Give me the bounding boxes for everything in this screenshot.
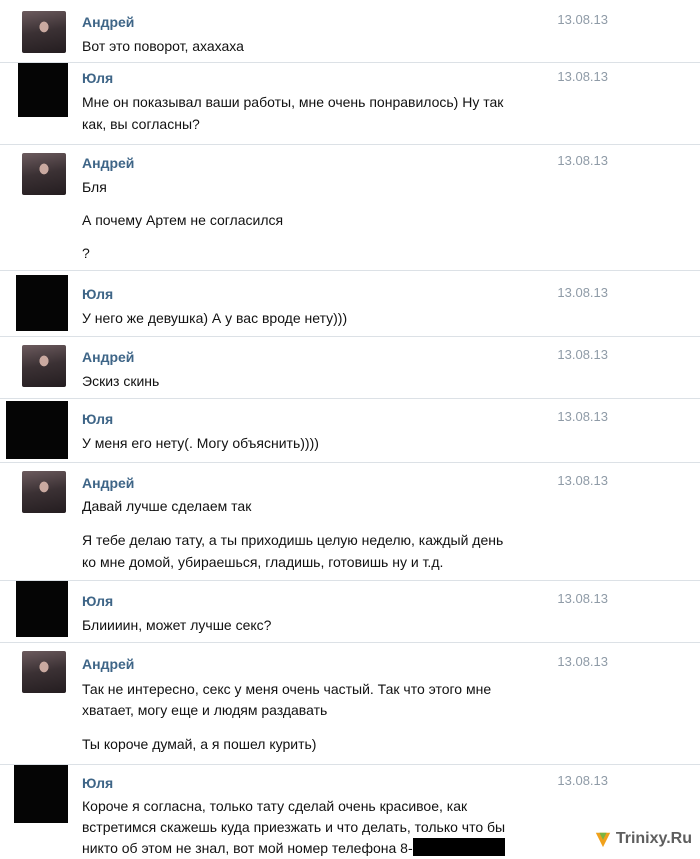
message-text: хватает, могу еще и людям раздавать: [82, 702, 328, 718]
redaction-block: [412, 838, 505, 856]
trinixy-logo-icon: [595, 832, 611, 848]
message-date[interactable]: 13.08.13: [557, 591, 608, 606]
message: Андрей 13.08.13 Бля А почему Артем не со…: [0, 144, 700, 271]
avatar-andrey[interactable]: [22, 471, 66, 513]
message-text: Так не интересно, секс у меня очень част…: [82, 681, 492, 697]
author-name[interactable]: Юля: [82, 593, 113, 609]
message-text: А почему Артем не согласился: [82, 212, 284, 228]
message-text: Давай лучше сделаем так: [82, 498, 252, 514]
message: Юля 13.08.13 У меня его нету(. Могу объя…: [0, 398, 700, 463]
message-text: У него же девушка) А у вас вроде нету))): [82, 310, 348, 326]
message: Юля 13.08.13 Мне он показывал ваши работ…: [0, 62, 700, 145]
message-text: встретимся скажешь куда приезжать и что …: [82, 819, 506, 835]
message-text: Эскиз скинь: [82, 373, 160, 389]
author-name[interactable]: Андрей: [82, 155, 134, 171]
message-date[interactable]: 13.08.13: [557, 12, 608, 27]
message-text: Блиииин, может лучше секс?: [82, 617, 272, 633]
avatar-yulia[interactable]: [16, 275, 68, 331]
message-date[interactable]: 13.08.13: [557, 69, 608, 84]
message-text: Бля: [82, 179, 107, 195]
message-date[interactable]: 13.08.13: [557, 409, 608, 424]
message-date[interactable]: 13.08.13: [557, 473, 608, 488]
avatar-andrey[interactable]: [22, 345, 66, 387]
message: Андрей 13.08.13 Эскиз скинь: [0, 336, 700, 399]
author-name[interactable]: Юля: [82, 286, 113, 302]
message-date[interactable]: 13.08.13: [557, 654, 608, 669]
author-name[interactable]: Андрей: [82, 475, 134, 491]
author-name[interactable]: Андрей: [82, 14, 134, 30]
message-text: как, вы согласны?: [82, 116, 200, 132]
message-date[interactable]: 13.08.13: [557, 773, 608, 788]
message-text: Вот это поворот, ахахаха: [82, 38, 244, 54]
avatar-yulia[interactable]: [18, 63, 68, 117]
avatar-yulia[interactable]: [14, 765, 68, 823]
message-text: Короче я согласна, только тату сделай оч…: [82, 798, 468, 814]
message-date[interactable]: 13.08.13: [557, 153, 608, 168]
avatar-andrey[interactable]: [22, 11, 66, 53]
author-name[interactable]: Андрей: [82, 349, 134, 365]
message: Андрей 13.08.13 Так не интересно, секс у…: [0, 642, 700, 765]
avatar-yulia[interactable]: [16, 581, 68, 637]
message: Андрей 13.08.13 Давай лучше сделаем так …: [0, 462, 700, 581]
author-name[interactable]: Юля: [82, 411, 113, 427]
author-name[interactable]: Юля: [82, 775, 113, 791]
avatar-andrey[interactable]: [22, 651, 66, 693]
avatar-andrey[interactable]: [22, 153, 66, 195]
author-name[interactable]: Юля: [82, 70, 113, 86]
message-date[interactable]: 13.08.13: [557, 347, 608, 362]
watermark: Trinixy.Ru: [594, 830, 692, 848]
message-date[interactable]: 13.08.13: [557, 285, 608, 300]
message-text-part: никто об этом не знал, вот мой номер тел…: [82, 840, 413, 856]
message-text: Я тебе делаю тату, а ты приходишь целую …: [82, 532, 504, 548]
message: Юля 13.08.13 Блиииин, может лучше секс?: [0, 580, 700, 643]
message-text: ко мне домой, убираешься, гладишь, готов…: [82, 554, 444, 570]
message: Андрей 13.08.13 Вот это поворот, ахахаха: [0, 0, 700, 62]
watermark-text: Trinixy.Ru: [615, 830, 692, 847]
author-name[interactable]: Андрей: [82, 656, 134, 672]
message-text: ?: [82, 245, 90, 261]
message-text: У меня его нету(. Могу объяснить)))): [82, 435, 319, 451]
message-text: Ты короче думай, а я пошел курить): [82, 736, 317, 752]
message-text: Мне он показывал ваши работы, мне очень …: [82, 94, 504, 110]
avatar-yulia[interactable]: [6, 401, 68, 459]
message: Юля 13.08.13 У него же девушка) А у вас …: [0, 270, 700, 337]
